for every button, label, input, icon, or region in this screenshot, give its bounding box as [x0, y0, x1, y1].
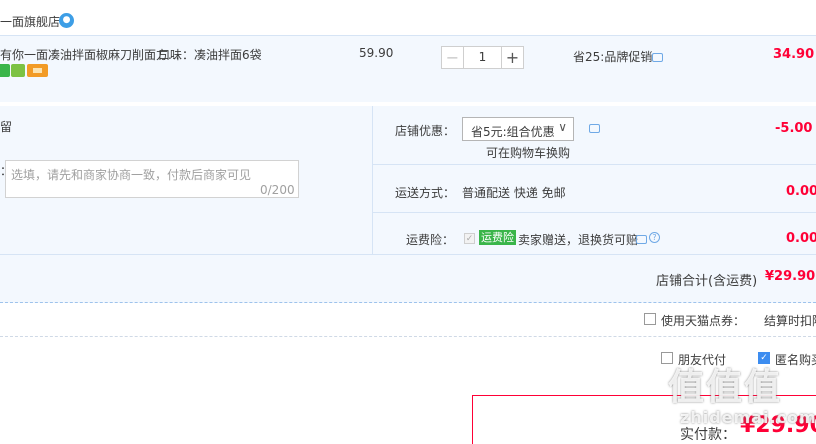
discount-info-icon[interactable]	[589, 124, 600, 133]
item-title-link[interactable]: 有你一面凑油拌面椒麻刀削面方...	[0, 46, 179, 63]
divider	[372, 106, 373, 254]
quantity-increase-button[interactable]: +	[501, 46, 524, 69]
memo-label: ：	[0, 162, 12, 178]
memo-placeholder: 选填，请先和商家协商一致，付款后商家可见	[11, 168, 252, 182]
credit-card-icon	[27, 64, 48, 77]
shop-name[interactable]: 一面旗舰店	[0, 13, 60, 30]
freight-insurance-label: 运费险：	[406, 233, 455, 247]
service-badge-icon	[0, 64, 10, 77]
freight-insurance-note: 卖家赠送，退换货可赔	[518, 233, 639, 247]
help-question-icon[interactable]: ?	[649, 232, 660, 243]
shipping-method-label: 运送方式：	[395, 186, 456, 200]
order-item-row: 有你一面凑油拌面椒麻刀削面方... 口味：凑油拌面6袋 59.90 − 1 + …	[0, 35, 816, 102]
shop-total-amount: ¥29.90	[765, 269, 816, 284]
shop-total-label: 店铺合计(含运费)	[656, 274, 758, 289]
quantity-decrease-button[interactable]: −	[441, 46, 464, 69]
shop-discount-selected: 省5元:组合优惠	[471, 125, 555, 139]
watermark-logo: 值值值	[668, 367, 783, 408]
watermark-url: zhidemai.com	[680, 408, 816, 427]
discount-sub-note: 可在购物车换购	[486, 146, 571, 160]
memo-char-count: 0/200	[260, 183, 295, 197]
quantity-input[interactable]: 1	[464, 46, 501, 69]
actual-payment-label: 实付款：	[680, 427, 736, 443]
memo-section-label: 留	[0, 120, 13, 134]
freight-insurance-amount: 0.00	[786, 231, 816, 246]
tmall-points-note: 结算时扣除	[764, 314, 816, 328]
shop-discount-select[interactable]: 省5元:组合优惠 ∨	[462, 117, 574, 141]
divider	[373, 164, 816, 165]
shop-total-row: 店铺合计(含运费) ¥29.90	[0, 254, 816, 303]
divider	[373, 212, 816, 213]
divider	[0, 336, 816, 337]
shipping-amount: 0.00	[786, 184, 816, 199]
item-subtotal: 34.90	[773, 47, 815, 62]
freight-insurance-tag: 运费险	[479, 230, 516, 245]
promotion-info-icon[interactable]	[652, 53, 663, 62]
tmall-points-checkbox[interactable]	[644, 313, 656, 325]
guarantee-badge-icon	[11, 64, 25, 77]
item-sku: 口味：凑油拌面6袋	[158, 48, 262, 62]
shipping-method-value: 普通配送 快递 免邮	[462, 186, 566, 200]
chevron-down-icon: ∨	[558, 120, 567, 134]
discount-amount: -5.00	[775, 121, 813, 136]
tmall-points-label: 使用天猫点券：	[661, 314, 746, 328]
shop-discount-label: 店铺优惠：	[395, 124, 456, 138]
wangwang-chat-icon[interactable]: ●	[59, 13, 74, 28]
freight-info-icon[interactable]	[636, 235, 647, 244]
promotion-text: 省25:品牌促销	[573, 50, 653, 64]
item-unit-price: 59.90	[359, 46, 394, 60]
freight-insurance-checkbox[interactable]: ✓	[464, 233, 475, 244]
